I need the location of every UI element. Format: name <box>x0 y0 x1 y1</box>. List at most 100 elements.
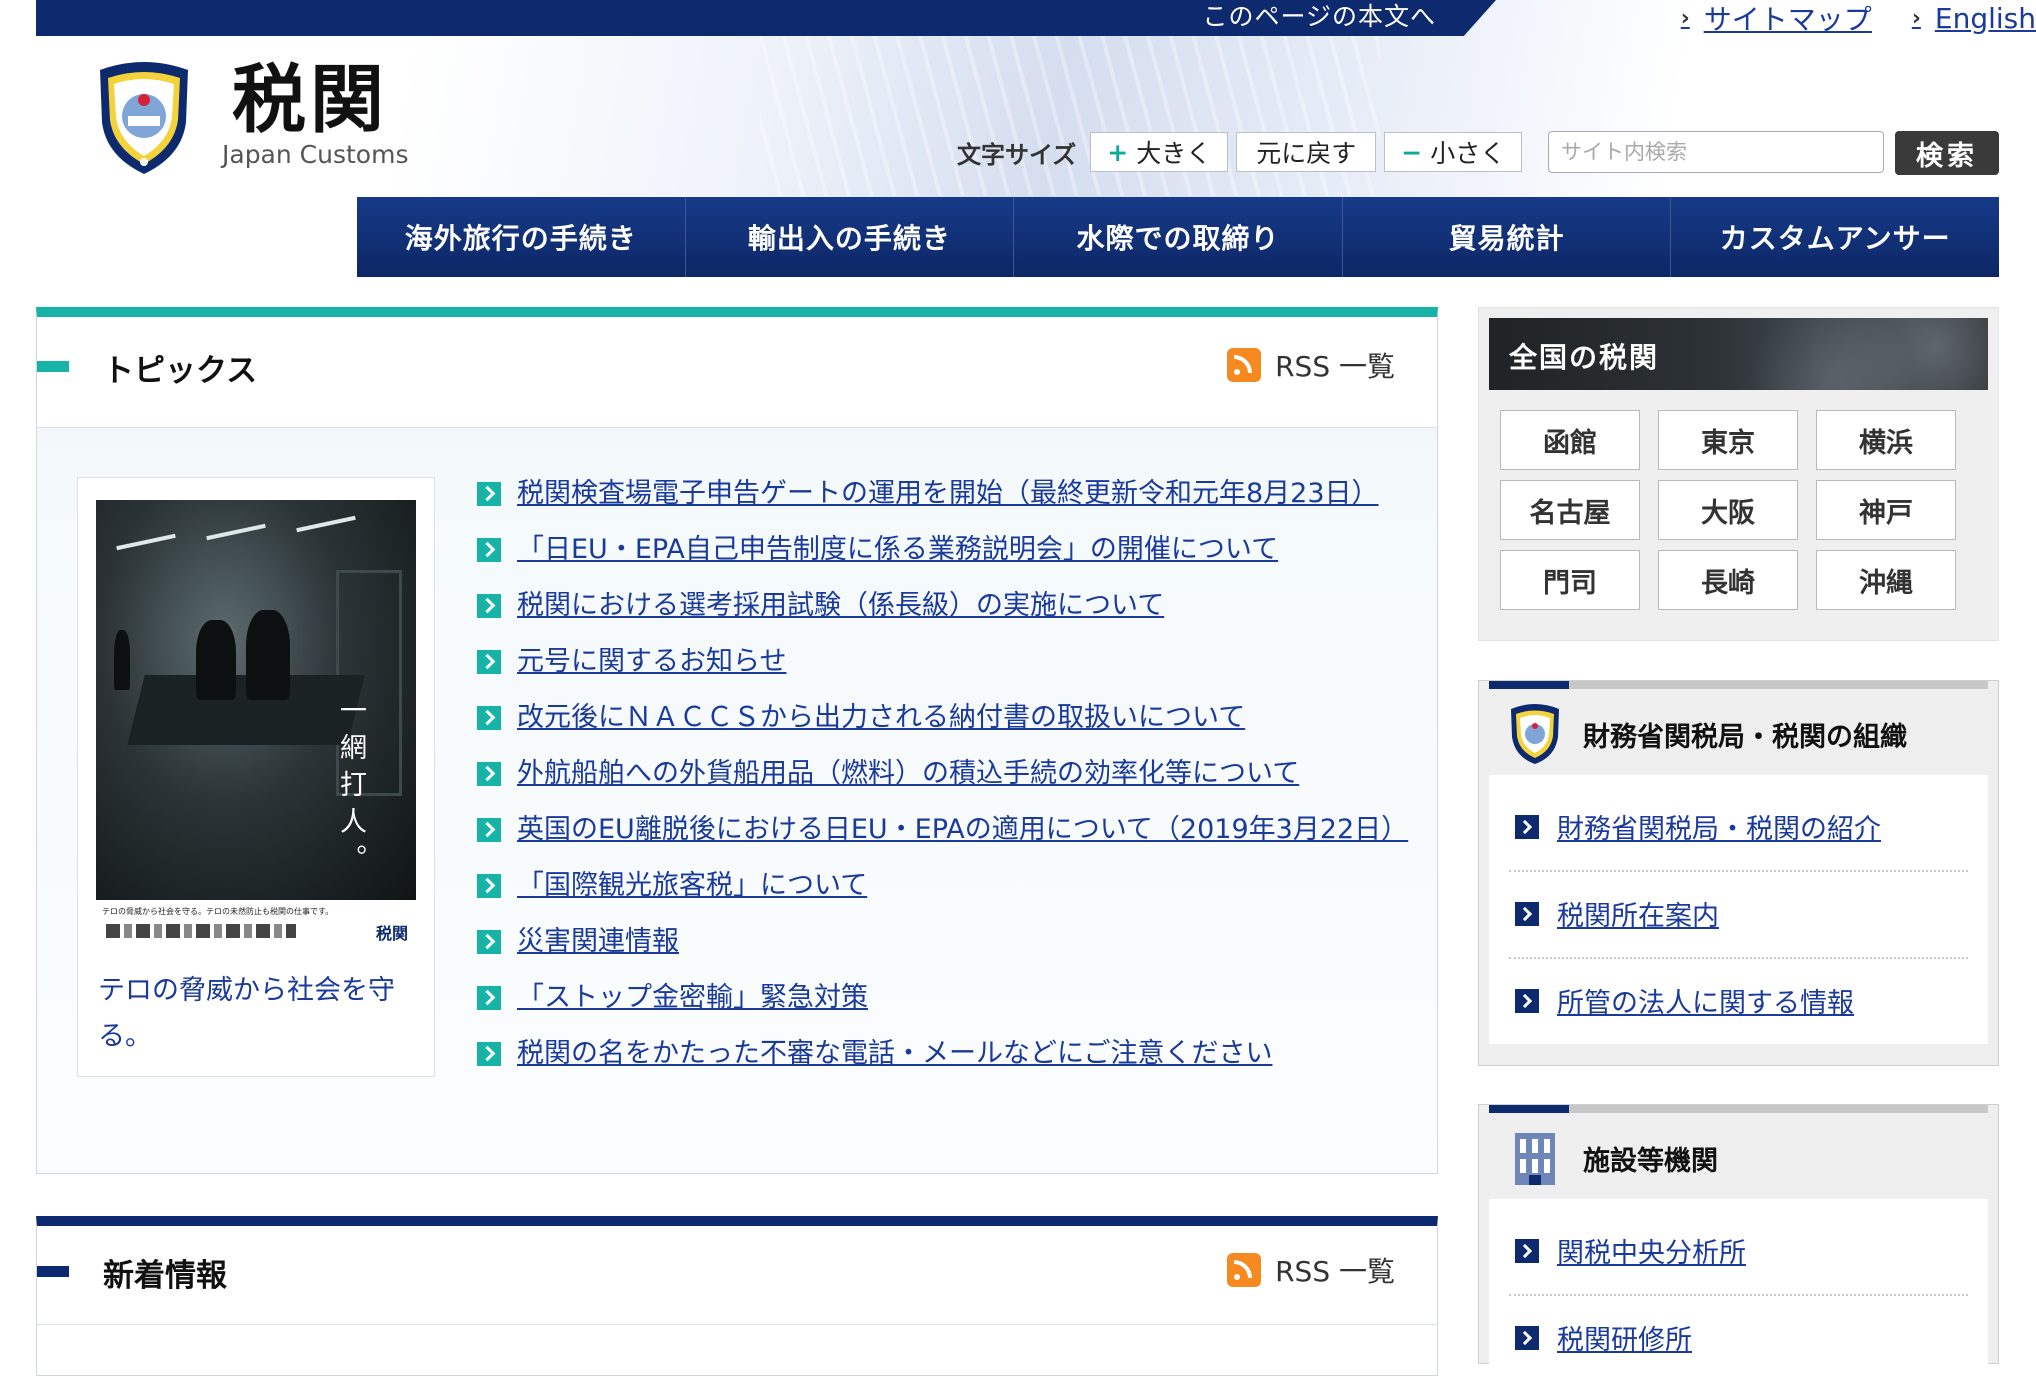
list-item: 「日EU・EPA自己申告制度に係る業務説明会」の開催について <box>477 528 1397 571</box>
arrow-right-icon <box>1515 989 1539 1013</box>
arrow-right-icon <box>1515 1326 1539 1350</box>
topic-link[interactable]: 元号に関するお知らせ <box>517 646 786 677</box>
poster-caption-link[interactable]: テロの脅威から社会を守る。 <box>98 968 418 1060</box>
org-intro-link[interactable]: 財務省関税局・税関の紹介 <box>1509 785 1968 872</box>
site-header: このページの本文へ › サイトマップ › English 税関 Japan Cu… <box>0 0 2036 197</box>
topic-link[interactable]: 税関における選考採用試験（係長級）の実施について <box>517 590 1164 621</box>
rss-icon <box>1227 1253 1262 1287</box>
english-link[interactable]: › English <box>1912 2 2036 35</box>
nav-travel-procedures[interactable]: 海外旅行の手続き <box>357 197 686 277</box>
arrow-right-icon <box>1515 902 1539 926</box>
arrow-right-icon <box>477 818 501 842</box>
nav-trade-statistics[interactable]: 貿易統計 <box>1342 197 1672 277</box>
poster-card: 一網打人。 テロの脅威から社会を守る。テロの未然防止も税関の仕事です。 税関 テ… <box>77 477 435 1077</box>
news-title: 新着情報 <box>103 1258 227 1294</box>
font-smaller-button[interactable]: − 小さく <box>1384 132 1523 172</box>
customs-training-institute-link[interactable]: 税関研修所 <box>1509 1296 1968 1381</box>
list-item: 税関検査場電子申告ゲートの運用を開始（最終更新令和元年8月23日） <box>477 472 1397 515</box>
skip-to-content-link[interactable]: このページの本文へ <box>1202 0 1436 36</box>
map-background-image <box>1728 318 1988 390</box>
regional-customs-grid: 函館 東京 横浜 名古屋 大阪 神戸 門司 長崎 沖縄 <box>1489 390 1988 610</box>
list-item: 税関における選考採用試験（係長級）の実施について <box>477 584 1397 627</box>
panel-top-bar <box>1489 681 1988 689</box>
office-moji-button[interactable]: 門司 <box>1500 550 1640 610</box>
topics-list: 税関検査場電子申告ゲートの運用を開始（最終更新令和元年8月23日） 「日EU・E… <box>477 472 1408 1088</box>
office-hakodate-button[interactable]: 函館 <box>1500 410 1640 470</box>
news-panel: 新着情報 RSS 一覧 <box>36 1216 1438 1376</box>
central-customs-lab-link[interactable]: 関税中央分析所 <box>1509 1209 1968 1296</box>
regional-customs-title: 全国の税関 <box>1509 341 1660 374</box>
arrow-right-icon <box>477 986 501 1010</box>
site-search-input[interactable] <box>1548 131 1884 173</box>
topic-link[interactable]: 「ストップ金密輸」緊急対策 <box>517 982 868 1013</box>
nav-import-export-procedures[interactable]: 輸出入の手続き <box>685 197 1015 277</box>
arrow-right-icon <box>477 482 501 506</box>
officer-figure <box>114 630 130 690</box>
rss-icon <box>1227 348 1262 382</box>
list-item: 災害関連情報 <box>477 920 1397 963</box>
organization-panel: 財務省関税局・税関の組織 財務省関税局・税関の紹介 税関所在案内 所管の法人に関… <box>1478 680 1999 1066</box>
japan-customs-emblem-icon[interactable] <box>92 60 196 176</box>
header-background-pattern <box>760 36 1380 196</box>
poster-logo: 税関 <box>375 924 408 943</box>
list-item: 改元後にＮＡＣＣＳから出力される納付書の取扱いについて <box>477 696 1397 739</box>
topic-link[interactable]: 「国際観光旅客税」について <box>517 870 867 901</box>
list-item: 英国のEU離脱後における日EU・EPAの適用について（2019年3月22日） <box>477 808 1408 851</box>
font-size-label: 文字サイズ <box>957 140 1077 169</box>
officer-figure <box>196 620 236 700</box>
arrow-right-icon <box>477 706 501 730</box>
arrow-right-icon <box>477 1042 501 1066</box>
site-title[interactable]: 税関 <box>232 60 388 140</box>
font-reset-button[interactable]: 元に戻す <box>1236 132 1377 172</box>
topic-link[interactable]: 「日EU・EPA自己申告制度に係る業務説明会」の開催について <box>517 534 1278 565</box>
list-item: 元号に関するお知らせ <box>477 640 1397 683</box>
news-rss-link[interactable]: RSS 一覧 <box>1227 1250 1395 1290</box>
organization-links: 財務省関税局・税関の紹介 税関所在案内 所管の法人に関する情報 <box>1489 775 1988 1044</box>
list-item: 「国際観光旅客税」について <box>477 864 1397 907</box>
office-okinawa-button[interactable]: 沖縄 <box>1816 550 1956 610</box>
chevron-right-icon: › <box>1911 5 1921 31</box>
site-subtitle: Japan Customs <box>222 140 409 169</box>
office-tokyo-button[interactable]: 東京 <box>1658 410 1798 470</box>
office-kobe-button[interactable]: 神戸 <box>1816 480 1956 540</box>
topic-link[interactable]: 改元後にＮＡＣＣＳから出力される納付書の取扱いについて <box>517 702 1245 733</box>
organization-panel-header: 財務省関税局・税関の組織 <box>1479 689 1998 775</box>
global-navigation: 海外旅行の手続き 輸出入の手続き 水際での取締り 貿易統計 カスタムアンサー <box>357 197 1999 277</box>
chevron-right-icon: › <box>1680 5 1690 31</box>
facilities-links: 関税中央分析所 税関研修所 <box>1489 1199 1988 1381</box>
nav-border-enforcement[interactable]: 水際での取締り <box>1014 197 1343 277</box>
topic-link[interactable]: 税関の名をかたった不審な電話・メールなどにご注意ください <box>517 1038 1272 1069</box>
facilities-panel-title: 施設等機関 <box>1583 1146 1718 1177</box>
ceiling-light <box>116 533 176 551</box>
office-yokohama-button[interactable]: 横浜 <box>1816 410 1956 470</box>
arrow-right-icon <box>477 650 501 674</box>
topics-panel: トピックス RSS 一覧 一網打人。 テロの脅威から社会を守る。テロの未然防止も… <box>36 307 1438 1174</box>
list-item: 外航船舶への外貨船用品（燃料）の積込手続の効率化等について <box>477 752 1397 795</box>
poster-footer-text: テロの脅威から社会を守る。テロの未然防止も税関の仕事です。 <box>102 907 334 916</box>
affiliated-corporations-link[interactable]: 所管の法人に関する情報 <box>1509 959 1968 1044</box>
topic-link[interactable]: 外航船舶への外貨船用品（燃料）の積込手続の効率化等について <box>517 758 1299 789</box>
topic-link[interactable]: 英国のEU離脱後における日EU・EPAの適用について（2019年3月22日） <box>517 814 1408 845</box>
search-button[interactable]: 検索 <box>1895 131 1999 175</box>
regional-customs-header: 全国の税関 <box>1489 318 1988 390</box>
office-nagasaki-button[interactable]: 長崎 <box>1658 550 1798 610</box>
heading-marker <box>37 1266 69 1277</box>
sitemap-link[interactable]: › サイトマップ <box>1681 0 1872 38</box>
topics-rss-link[interactable]: RSS 一覧 <box>1227 345 1395 385</box>
nav-customs-answer[interactable]: カスタムアンサー <box>1671 197 1999 277</box>
office-nagoya-button[interactable]: 名古屋 <box>1500 480 1640 540</box>
office-location-link[interactable]: 税関所在案内 <box>1509 872 1968 959</box>
ceiling-light <box>206 523 266 541</box>
topic-link[interactable]: 税関検査場電子申告ゲートの運用を開始（最終更新令和元年8月23日） <box>517 478 1379 509</box>
anti-terror-poster-image[interactable]: 一網打人。 <box>96 500 416 900</box>
heading-marker <box>37 361 69 372</box>
poster-vertical-text: 一網打人。 <box>335 696 366 881</box>
topics-title: トピックス <box>103 353 258 389</box>
font-larger-button[interactable]: + 大きく <box>1090 132 1229 172</box>
office-osaka-button[interactable]: 大阪 <box>1658 480 1798 540</box>
officer-figure <box>246 610 290 700</box>
arrow-right-icon <box>477 930 501 954</box>
arrow-right-icon <box>1515 1239 1539 1263</box>
topic-link[interactable]: 災害関連情報 <box>517 926 679 957</box>
facilities-panel-header: 施設等機関 <box>1479 1113 1998 1199</box>
